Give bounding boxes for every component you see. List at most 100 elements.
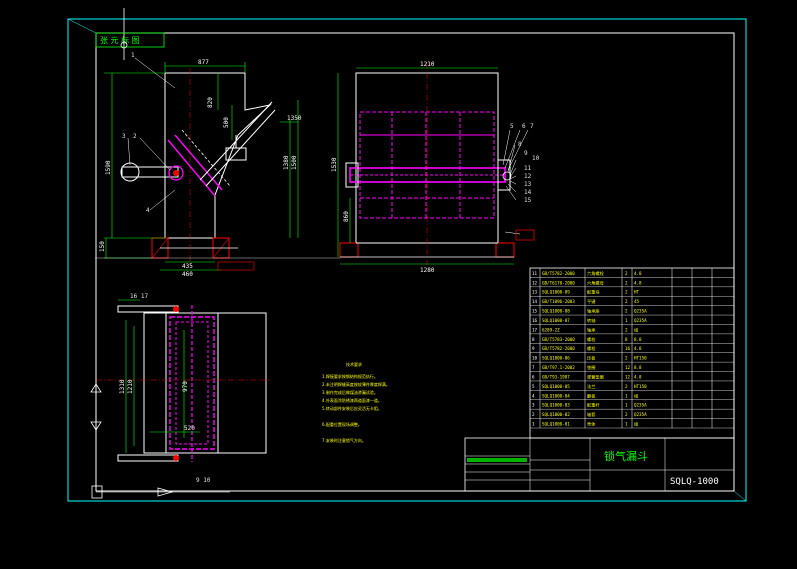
parts-table-cell: 压板 <box>587 355 596 362</box>
dim-top-width: 877 <box>198 59 209 66</box>
parts-table-cell: 六角螺栓 <box>587 270 605 277</box>
parts-table-cell: 螺栓 <box>587 336 596 343</box>
dim-front-860: 860 <box>343 211 350 222</box>
parts-table-cell: 轴承 <box>587 326 596 333</box>
parts-table-cell: 5 <box>532 384 535 389</box>
parts-table-cell: SQLQ1000-03 <box>542 403 570 408</box>
note-line-5: 5.转动部件安装后应灵活无卡阻。 <box>322 405 382 411</box>
note-line-1: 1.焊接要求按钢结构规范执行。 <box>322 373 378 379</box>
dim-front-height: 1530 <box>331 157 338 172</box>
note-line-4: 4.外表面涂防锈漆两道面漆一道。 <box>322 397 382 403</box>
parts-table: 11 GB/T5782-2000 六角螺栓 2 4.812 GB/T6170-2000 六角… <box>529 267 735 439</box>
dim-1380: 1380 <box>283 155 290 170</box>
parts-table-cell: 法兰 <box>587 383 595 390</box>
parts-table-cell: GB/T6170-2000 <box>542 280 575 285</box>
parts-table-cell: SQLQ1000-08 <box>542 309 570 314</box>
callout-4: 4 <box>146 207 150 214</box>
parts-table-cell: Q235A <box>634 318 647 323</box>
parts-table-cell: 1 <box>625 318 628 323</box>
callout-3: 3 <box>122 133 126 140</box>
parts-table-cell: 弹簧垫圈 <box>587 373 604 380</box>
parts-table-cell: 2 <box>625 271 628 276</box>
parts-table-cell: 2 <box>625 290 628 295</box>
note-line-2: 2.未注明焊缝高度按较薄件厚度焊满。 <box>322 381 390 387</box>
parts-table-cell: SQLQ1000-01 <box>542 422 570 427</box>
dim-front-top: 1210 <box>420 61 435 68</box>
parts-table-cell: 8.8 <box>634 337 642 342</box>
parts-table-cell: 9 <box>532 346 535 351</box>
callout-13: 13 <box>524 181 532 188</box>
callout-2: 2 <box>133 133 137 140</box>
parts-table-cell: 六角螺母 <box>587 279 604 286</box>
parts-table-cell: 15 <box>532 309 538 314</box>
note-line-3: 3.制作完成后做煤油渗漏试验。 <box>322 389 378 395</box>
parts-table-cell: 螺栓 <box>587 345 596 352</box>
cad-drawing-canvas: 张 元 标 图 877 820 500 1500 1350 1380 1590 … <box>0 0 797 569</box>
parts-table-cell: 组 <box>634 392 638 398</box>
drawing-code: SQLQ-1000 <box>670 477 719 487</box>
parts-table-cell: SQLQ1000-09 <box>542 290 570 295</box>
parts-table-cell: GB/T5782-2000 <box>542 271 575 276</box>
parts-table-cell: 2 <box>625 384 628 389</box>
parts-table-cell: SQLQ1000-06 <box>542 356 570 361</box>
callout-16-17: 16 17 <box>130 293 148 300</box>
parts-table-cell: 壳体 <box>587 421 596 428</box>
parts-table-cell: 2 <box>625 299 628 304</box>
parts-table-cell: 4.8 <box>634 271 642 276</box>
callout-1: 1 <box>131 52 135 59</box>
stamp-text: 张 元 标 图 <box>100 35 140 45</box>
parts-table-cell: SQLQ1000-04 <box>542 393 570 398</box>
parts-table-cell: 转轴 <box>587 317 595 324</box>
parts-table-cell: 2 <box>625 327 628 332</box>
parts-table-cell: HT <box>634 290 640 295</box>
drawing-title: 锁气漏斗 <box>604 449 648 463</box>
parts-table-cell: 11 <box>532 271 538 276</box>
parts-table-cell: 12 <box>532 280 538 285</box>
parts-table-cell: GB/T5782-2000 <box>542 346 575 351</box>
parts-table-cell: HT150 <box>634 356 647 361</box>
parts-table-cell: 1 <box>625 403 628 408</box>
parts-table-cell: 4.8 <box>634 280 642 285</box>
callout-15: 15 <box>524 197 532 204</box>
parts-table-cell: 2 <box>625 280 628 285</box>
callout-9: 9 <box>524 150 528 157</box>
parts-table-cell: 6209-2Z <box>542 327 560 332</box>
callout-10: 10 <box>532 155 540 162</box>
callout-7: 7 <box>530 123 534 130</box>
parts-table-cell: 13 <box>532 290 538 295</box>
parts-table-cell: 10 <box>532 356 538 361</box>
technical-notes: 技术要求 1.焊接要求按钢结构规范执行。 2.未注明焊缝高度按较薄件厚度焊满。 … <box>322 361 390 443</box>
parts-table-cell: GB/T1096-2003 <box>542 299 575 304</box>
plan-view: 1310 1210 970 520 16 17 9 10 <box>90 292 272 499</box>
dim-front-bottom: 1280 <box>420 267 435 274</box>
parts-table-cell: 4.8 <box>634 346 642 351</box>
parts-table-cell: GB/T97.1-2002 <box>542 365 575 370</box>
parts-table-cell: 7 <box>532 365 535 370</box>
parts-table-cell: 垫圈 <box>587 364 595 371</box>
drawing-sheet: 张 元 标 图 877 820 500 1500 1350 1380 1590 … <box>67 8 747 502</box>
parts-table-cell: 2 <box>532 412 535 417</box>
parts-table-cell: 2 <box>625 356 628 361</box>
dim-820: 820 <box>207 97 214 108</box>
side-view: 877 820 500 1500 1350 1380 1590 150 435 … <box>95 52 340 278</box>
parts-table-cell: 翻板 <box>587 392 596 399</box>
parts-table-cell: 轴套 <box>587 411 596 418</box>
dim-150: 150 <box>99 241 106 252</box>
dim-435: 435 <box>182 263 193 270</box>
callout-12: 12 <box>524 173 532 180</box>
parts-table-cell: 配重杆 <box>587 402 600 409</box>
parts-table-cell: SQLQ1000-07 <box>542 318 570 323</box>
parts-table-cell: 1 <box>532 422 535 427</box>
callout-5: 5 <box>510 123 514 130</box>
callout-8: 8 <box>518 141 522 148</box>
parts-table-cell: 8 <box>532 337 535 342</box>
parts-table-cell: 8.8 <box>634 365 642 370</box>
parts-table-cell: HT150 <box>634 384 647 389</box>
parts-table-cell: 1 <box>625 393 628 398</box>
parts-table-cell: 2 <box>625 309 628 314</box>
parts-table-cell: 组 <box>634 326 638 332</box>
parts-table-cell: SQLQ1000-05 <box>542 384 570 389</box>
parts-table-cell: 6 <box>532 374 535 379</box>
dim-460: 460 <box>182 271 193 278</box>
dim-plan-520: 520 <box>184 425 195 432</box>
